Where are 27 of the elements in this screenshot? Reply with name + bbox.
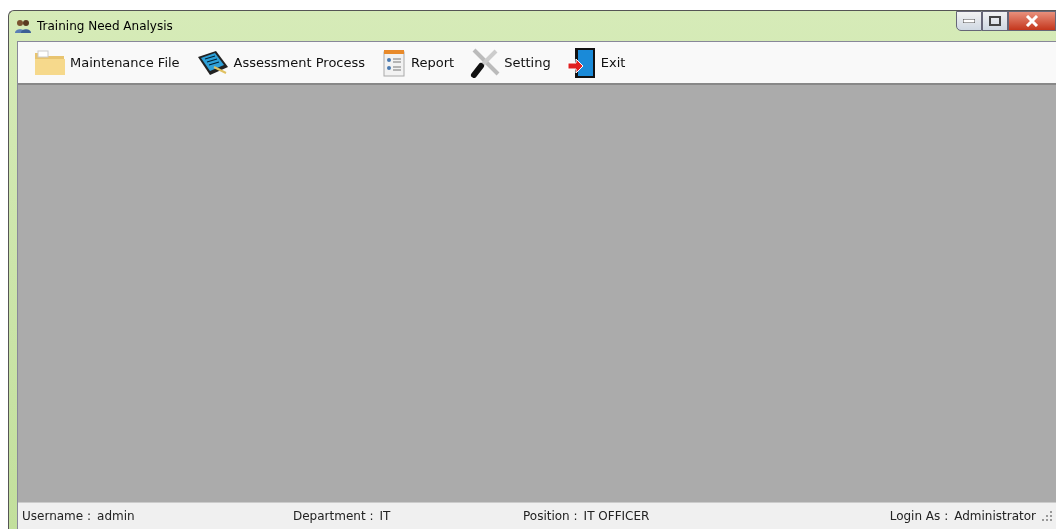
status-label: Login As : bbox=[889, 509, 949, 523]
status-value: admin bbox=[97, 509, 135, 523]
report-icon bbox=[381, 47, 408, 78]
toolbar-button[interactable]: Setting bbox=[466, 44, 555, 81]
maximize-icon bbox=[989, 16, 1001, 26]
status-value: Administrator bbox=[954, 509, 1036, 523]
toolbar-button[interactable]: Assessment Process bbox=[191, 44, 370, 81]
minimize-button[interactable] bbox=[956, 11, 982, 31]
close-icon bbox=[1025, 15, 1039, 27]
minimize-icon bbox=[963, 19, 975, 23]
toolbar-button[interactable]: Report bbox=[377, 44, 459, 81]
status-value: IT OFFICER bbox=[583, 509, 650, 523]
status-label: Position : bbox=[523, 509, 578, 523]
exit-door-icon bbox=[566, 46, 597, 79]
status-value: IT bbox=[379, 509, 391, 523]
tools-icon bbox=[470, 47, 501, 78]
toolbar-button[interactable]: Maintenance File bbox=[30, 44, 184, 81]
tablet-icon bbox=[195, 48, 230, 77]
toolbar-button[interactable]: Exit bbox=[562, 44, 630, 81]
folder-icon bbox=[34, 48, 66, 77]
resize-grip-icon bbox=[1042, 511, 1052, 521]
status-label: Department : bbox=[293, 509, 374, 523]
maximize-button[interactable] bbox=[982, 11, 1008, 31]
window-title: Training Need Analysis bbox=[37, 19, 173, 33]
close-button[interactable] bbox=[1008, 11, 1056, 31]
users-icon bbox=[15, 19, 31, 33]
status-label: Username : bbox=[22, 509, 92, 523]
